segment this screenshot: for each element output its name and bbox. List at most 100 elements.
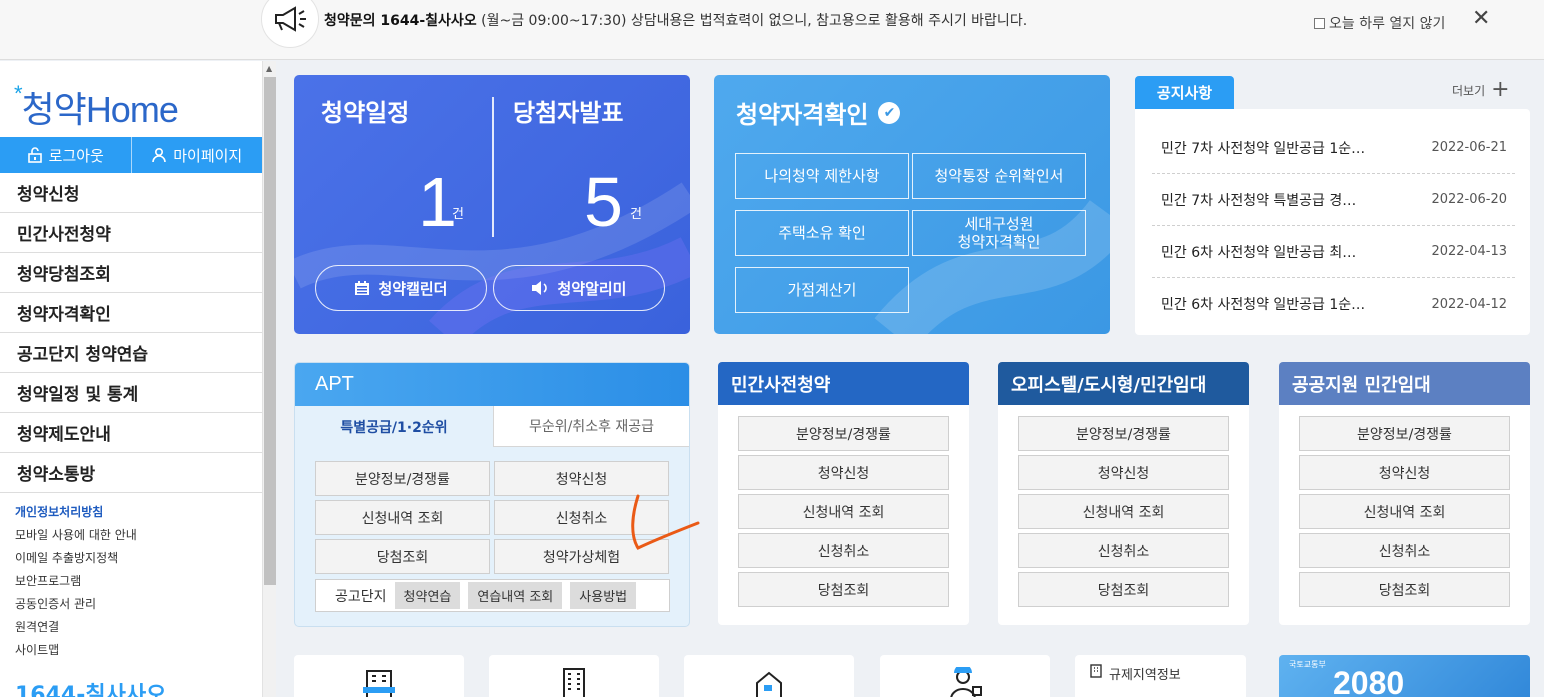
complex-howto-button[interactable]: 사용방법 (570, 582, 637, 609)
checkbox-icon[interactable] (1314, 17, 1325, 29)
quick-card[interactable] (489, 655, 659, 697)
notice-tab[interactable]: 공지사항 (1135, 76, 1234, 109)
scrollbar-thumb[interactable] (264, 77, 276, 585)
tab-special-supply[interactable]: 특별공급/1·2순위 (295, 406, 493, 447)
sitemap-link[interactable]: 사이트맵 (15, 639, 137, 662)
category-apply-button[interactable]: 청약신청 (738, 455, 949, 490)
sidebar-item-qualify[interactable]: 청약자격확인 (0, 293, 262, 333)
winner-count[interactable]: 5 (584, 167, 623, 237)
category-winner-button[interactable]: 당첨조회 (738, 572, 949, 607)
megaphone-icon (261, 0, 319, 48)
household-qualify-button[interactable]: 세대구성원 청약자격확인 (912, 210, 1086, 256)
tab-unranked-resupply[interactable]: 무순위/취소후 재공급 (493, 406, 689, 447)
user-icon (152, 147, 167, 163)
more-link[interactable]: 더보기 + (1452, 79, 1510, 101)
notice-title: 민간 6차 사전청약 일반공급 1순… (1161, 297, 1366, 313)
schedule-panel: 청약일정 1 건 당첨자발표 5 건 청약캘린더 청약알리미 (294, 75, 690, 334)
category-cancel-button[interactable]: 신청취소 (1299, 533, 1510, 568)
apt-winner-button[interactable]: 당첨조회 (315, 539, 490, 574)
logo-mark: * (14, 81, 23, 106)
schedule-count[interactable]: 1 (418, 167, 457, 237)
notice-bar: 청약문의 1644-칠사사오 (월~금 09:00~17:30) 상담내용은 법… (0, 0, 1544, 60)
qualify-title: 청약자격확인 (736, 101, 869, 129)
sidebar-item-winner[interactable]: 청약당첨조회 (0, 253, 262, 293)
sidebar-item-communication[interactable]: 청약소통방 (0, 453, 262, 493)
category-title: 오피스텔/도시형/민간임대 (998, 362, 1249, 405)
logo[interactable]: *청약Home (14, 81, 179, 133)
account-rank-button[interactable]: 청약통장 순위확인서 (912, 153, 1086, 199)
notice-hours: (월~금 09:00~17:30) (476, 13, 627, 29)
sidebar-item-practice[interactable]: 공고단지 청약연습 (0, 333, 262, 373)
speaker-icon (532, 281, 548, 295)
sidebar-item-apply[interactable]: 청약신청 (0, 173, 262, 213)
my-restriction-button[interactable]: 나의청약 제한사항 (735, 153, 909, 199)
scroll-up-icon[interactable]: ▲ (266, 64, 272, 73)
calendar-button[interactable]: 청약캘린더 (315, 265, 487, 311)
ministry-logo: 국토교통부 (1289, 660, 1326, 669)
panel-divider (492, 97, 494, 237)
sidebar-item-system-guide[interactable]: 청약제도안내 (0, 413, 262, 453)
lock-icon (27, 147, 42, 163)
schedule-title: 청약일정 (321, 99, 410, 127)
sidebar-nav: 청약신청 민간사전청약 청약당첨조회 청약자격확인 공고단지 청약연습 청약일정… (0, 173, 262, 493)
mypage-label: 마이페이지 (173, 146, 243, 165)
building-small-icon (1090, 664, 1102, 678)
sidebar-item-private-pre[interactable]: 민간사전청약 (0, 213, 262, 253)
email-policy-link[interactable]: 이메일 추출방지정책 (15, 547, 137, 570)
apt-sale-info-button[interactable]: 분양정보/경쟁률 (315, 461, 490, 496)
category-officetel: 오피스텔/도시형/민간임대 분양정보/경쟁률 청약신청 신청내역 조회 신청취소… (998, 362, 1249, 625)
hide-today-label: 오늘 하루 열지 않기 (1329, 16, 1446, 32)
calendar-label: 청약캘린더 (378, 279, 448, 298)
apt-history-button[interactable]: 신청내역 조회 (315, 500, 490, 535)
certificate-link[interactable]: 공동인증서 관리 (15, 593, 137, 616)
category-sale-info-button[interactable]: 분양정보/경쟁률 (738, 416, 949, 451)
category-cancel-button[interactable]: 신청취소 (738, 533, 949, 568)
notice-date: 2022-06-21 (1431, 140, 1507, 155)
category-history-button[interactable]: 신청내역 조회 (1018, 494, 1229, 529)
winner-column[interactable]: 당첨자발표 (513, 93, 623, 128)
alarm-label: 청약알리미 (557, 279, 627, 298)
mobile-guide-link[interactable]: 모바일 사용에 대한 안내 (15, 524, 137, 547)
mypage-button[interactable]: 마이페이지 (130, 137, 263, 173)
notice-row[interactable]: 민간 7차 사전청약 특별공급 경… 2022-06-20 (1152, 174, 1515, 226)
schedule-column[interactable]: 청약일정 (321, 93, 409, 128)
notice-row[interactable]: 민간 6차 사전청약 일반공급 1순… 2022-04-12 (1152, 278, 1515, 330)
regulation-card[interactable]: 규제지역정보 (1075, 655, 1246, 697)
notice-title: 민간 7차 사전청약 일반공급 1순… (1161, 140, 1366, 157)
category-apply-button[interactable]: 청약신청 (1018, 455, 1229, 490)
category-history-button[interactable]: 신청내역 조회 (738, 494, 949, 529)
building-icon (363, 670, 395, 697)
close-icon[interactable]: ✕ (1472, 8, 1490, 30)
category-sale-info-button[interactable]: 분양정보/경쟁률 (1299, 416, 1510, 451)
complex-history-button[interactable]: 연습내역 조회 (468, 582, 563, 609)
sidebar-scrollbar[interactable]: ▲ (262, 61, 276, 697)
alarm-button[interactable]: 청약알리미 (493, 265, 665, 311)
notice-row[interactable]: 민간 6차 사전청약 일반공급 최… 2022-04-13 (1152, 226, 1515, 278)
regulation-label: 규제지역정보 (1109, 668, 1181, 683)
score-calculator-button[interactable]: 가점계산기 (735, 267, 909, 313)
check-circle-icon: ✔ (878, 101, 901, 124)
quick-card[interactable] (684, 655, 854, 697)
sidebar-item-schedule-stats[interactable]: 청약일정 및 통계 (0, 373, 262, 413)
privacy-link[interactable]: 개인정보처리방침 (15, 501, 137, 524)
category-sale-info-button[interactable]: 분양정보/경쟁률 (1018, 416, 1229, 451)
category-apply-button[interactable]: 청약신청 (1299, 455, 1510, 490)
security-program-link[interactable]: 보안프로그램 (15, 570, 137, 593)
house-search-icon (756, 671, 782, 697)
remote-link[interactable]: 원격연결 (15, 616, 137, 639)
complex-practice-button[interactable]: 청약연습 (394, 582, 461, 609)
hide-today-checkbox[interactable]: 오늘 하루 열지 않기 (1314, 13, 1445, 33)
category-winner-button[interactable]: 당첨조회 (1299, 572, 1510, 607)
category-history-button[interactable]: 신청내역 조회 (1299, 494, 1510, 529)
notice-row[interactable]: 민간 7차 사전청약 일반공급 1순… 2022-06-21 (1152, 122, 1515, 174)
category-cancel-button[interactable]: 신청취소 (1018, 533, 1229, 568)
house-ownership-button[interactable]: 주택소유 확인 (735, 210, 909, 256)
banner-number: 2080 (1333, 665, 1405, 697)
logout-button[interactable]: 로그아웃 (0, 137, 131, 173)
logout-label: 로그아웃 (48, 146, 104, 165)
promo-banner[interactable]: 국토교통부 2080 (1279, 655, 1530, 697)
phone-number: 1644-칠사사오 (15, 683, 167, 697)
category-winner-button[interactable]: 당첨조회 (1018, 572, 1229, 607)
quick-card[interactable] (880, 655, 1050, 697)
quick-card[interactable] (294, 655, 464, 697)
